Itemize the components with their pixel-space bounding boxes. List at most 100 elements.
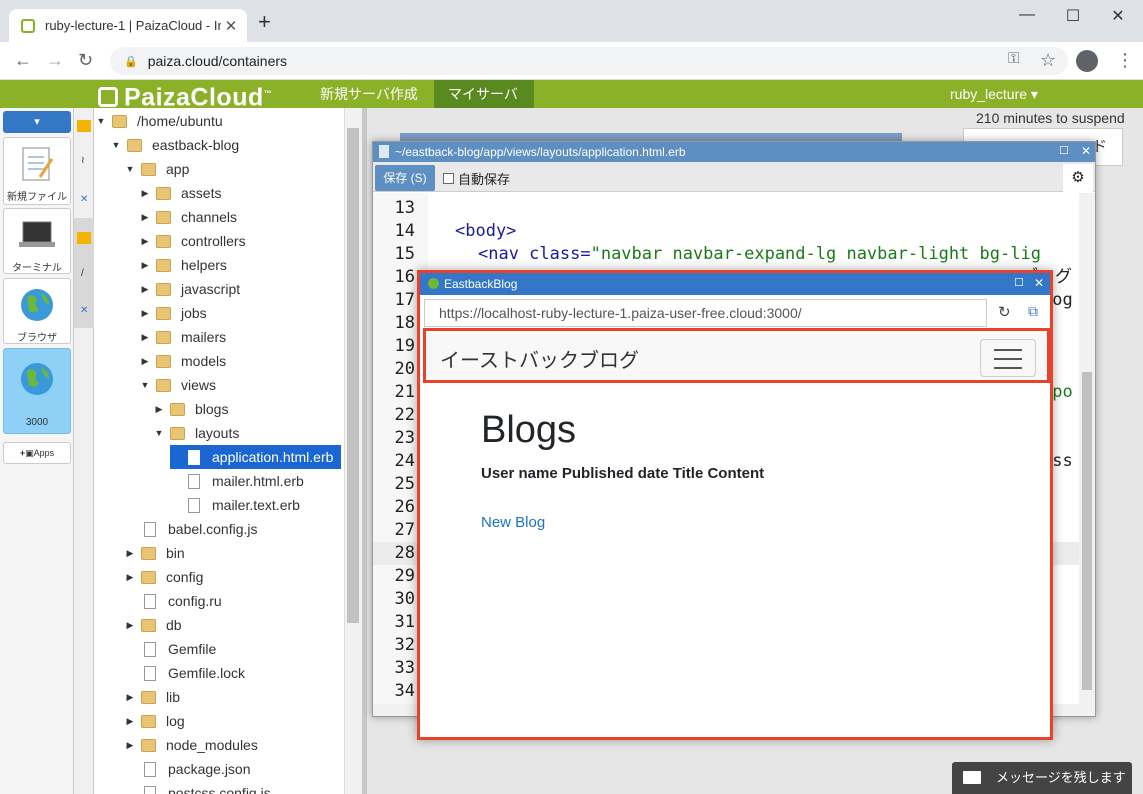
folder-tab-icon[interactable] xyxy=(77,120,91,132)
tree-item[interactable]: ▶ db xyxy=(125,613,182,637)
line-number: 14 xyxy=(394,221,415,241)
site-navbar: イーストバックブログ xyxy=(423,328,1050,383)
menu-my-server[interactable]: マイサーバ xyxy=(434,80,534,108)
new-file-button[interactable]: 新規ファイル xyxy=(3,137,71,205)
profile-avatar[interactable] xyxy=(1076,50,1098,72)
editor-titlebar[interactable]: ~/eastback-blog/app/views/layouts/applic… xyxy=(373,142,1095,162)
code-line-15[interactable]: <nav class="navbar navbar-expand-lg navb… xyxy=(478,243,1041,266)
menu-dots-icon[interactable]: ⋮ xyxy=(1116,50,1134,71)
autosave-checkbox[interactable] xyxy=(443,173,454,184)
terminal-button[interactable]: ターミナル xyxy=(3,208,71,274)
folder-icon xyxy=(141,570,156,584)
open-external-icon[interactable]: ⧉ xyxy=(1028,303,1038,320)
tree-item[interactable]: Gemfile xyxy=(144,637,216,661)
tree-item[interactable]: package.json xyxy=(144,757,251,781)
apps-button[interactable]: +▣Apps xyxy=(3,442,71,464)
close-tab-icon[interactable]: ✕ xyxy=(80,194,88,205)
paiza-logo[interactable]: PaizaCloud™ xyxy=(98,80,272,111)
tree-item[interactable]: ▼ views xyxy=(140,373,216,397)
preview-titlebar[interactable]: EastbackBlog xyxy=(420,273,1050,295)
tree-item[interactable]: ▼ layouts xyxy=(154,421,240,445)
folder-icon xyxy=(156,354,171,368)
tree-item[interactable]: ▶ mailers xyxy=(140,325,227,349)
close-icon[interactable]: ✕ xyxy=(1081,144,1091,158)
tree-item[interactable]: ▶ assets xyxy=(140,181,222,205)
folder-tab-icon[interactable] xyxy=(77,232,91,244)
tree-item[interactable]: ▶ lib xyxy=(125,685,180,709)
autosave-toggle[interactable]: 自動保存 xyxy=(443,169,510,188)
tree-item[interactable]: ▶ models xyxy=(140,349,227,373)
star-icon[interactable]: ☆ xyxy=(1040,50,1056,71)
user-menu[interactable]: ruby_lecture ▾ xyxy=(950,80,1038,108)
folder-icon xyxy=(127,138,142,152)
omnibox-url: paiza.cloud/containers xyxy=(147,53,288,69)
code-line-14[interactable]: <body> xyxy=(455,220,516,243)
tree-item[interactable]: ▶ controllers xyxy=(140,229,246,253)
site-brand[interactable]: イーストバックブログ xyxy=(440,344,639,373)
tree-item[interactable]: mailer.html.erb xyxy=(188,469,304,493)
tree-item[interactable]: ▶ bin xyxy=(125,541,185,565)
tree-item[interactable]: mailer.text.erb xyxy=(188,493,300,517)
new-tab-icon[interactable]: + xyxy=(258,11,271,33)
envelope-icon xyxy=(963,771,981,784)
browser-tab[interactable]: ruby-lecture-1 | PaizaCloud - Inst ✕ xyxy=(9,9,247,42)
back-icon[interactable]: ← xyxy=(14,50,32,71)
close-tab-icon[interactable]: ✕ xyxy=(221,17,241,35)
reload-icon[interactable]: ↻ xyxy=(998,303,1011,321)
menu-new-server[interactable]: 新規サーバ作成 xyxy=(306,80,432,108)
minimize-icon[interactable]: — xyxy=(1007,6,1047,24)
tree-item[interactable]: ▶ config xyxy=(125,565,204,589)
folder-icon xyxy=(156,306,171,320)
tree-item[interactable]: ▶ jobs xyxy=(140,301,207,325)
new-blog-link[interactable]: New Blog xyxy=(481,514,545,531)
tree-item[interactable]: ▼ eastback-blog xyxy=(111,133,240,157)
save-button[interactable]: 保存 (S) xyxy=(375,165,435,191)
line-number: 26 xyxy=(394,497,415,517)
maximize-icon[interactable]: ☐ xyxy=(1059,144,1069,157)
tree-item[interactable]: config.ru xyxy=(144,589,222,613)
tree-item[interactable]: ▶ helpers xyxy=(140,253,227,277)
tab-marker: ≀ xyxy=(81,155,85,166)
file-icon xyxy=(144,761,156,777)
tree-item[interactable]: ▶ javascript xyxy=(140,277,241,301)
tree-item[interactable]: postcss.config.js xyxy=(144,781,271,794)
browser-button[interactable]: ブラウザ xyxy=(3,278,71,344)
suspend-timer: 210 minutes to suspend xyxy=(976,110,1125,126)
close-tab-icon[interactable]: ✕ xyxy=(80,305,88,316)
tree-item[interactable]: ▶ channels xyxy=(140,205,238,229)
maximize-icon[interactable]: ☐ xyxy=(1053,6,1093,26)
omnibox[interactable]: 🔒 paiza.cloud/containers xyxy=(110,47,1068,75)
key-icon[interactable]: ⚿ xyxy=(1008,50,1019,67)
reload-icon[interactable]: ↻ xyxy=(78,50,93,71)
tree-item-selected[interactable]: application.html.erb xyxy=(170,445,342,469)
tree-item[interactable]: ▼ app xyxy=(125,157,190,181)
line-number: 21 xyxy=(394,382,415,402)
tree-item[interactable]: ▼/home/ubuntu xyxy=(96,109,223,133)
file-icon xyxy=(144,665,156,681)
folder-icon xyxy=(141,618,156,632)
tree-item[interactable]: ▶ blogs xyxy=(154,397,229,421)
tree-item[interactable]: ▶ log xyxy=(125,709,185,733)
terminal-label: ターミナル xyxy=(12,263,62,274)
editor-tab-column xyxy=(74,108,94,794)
hamburger-icon[interactable] xyxy=(980,339,1036,377)
port-label: 3000 xyxy=(25,417,49,428)
leave-message-button[interactable]: メッセージを残します xyxy=(952,762,1132,794)
tree-item[interactable]: Gemfile.lock xyxy=(144,661,245,685)
port-3000-button[interactable]: 3000 xyxy=(3,348,71,434)
editor-scroll-thumb[interactable] xyxy=(1082,372,1092,690)
close-window-icon[interactable]: ✕ xyxy=(1098,6,1138,26)
notepad-icon xyxy=(17,144,57,184)
maximize-icon[interactable]: ☐ xyxy=(1014,276,1024,289)
forward-icon[interactable]: → xyxy=(46,50,64,71)
dock-menu-button[interactable]: ▾ xyxy=(3,111,71,133)
tree-scroll-thumb[interactable] xyxy=(347,128,359,623)
new-file-label: 新規ファイル xyxy=(7,192,67,203)
preview-url-input[interactable]: https://localhost-ruby-lecture-1.paiza-u… xyxy=(424,299,987,327)
tree-item[interactable]: ▶ node_modules xyxy=(125,733,258,757)
close-icon[interactable]: ✕ xyxy=(1034,276,1044,290)
line-number: 27 xyxy=(394,520,415,540)
gear-icon[interactable]: ⚙ xyxy=(1063,164,1093,192)
tree-item[interactable]: babel.config.js xyxy=(144,517,258,541)
apps-label: Apps xyxy=(33,448,55,458)
